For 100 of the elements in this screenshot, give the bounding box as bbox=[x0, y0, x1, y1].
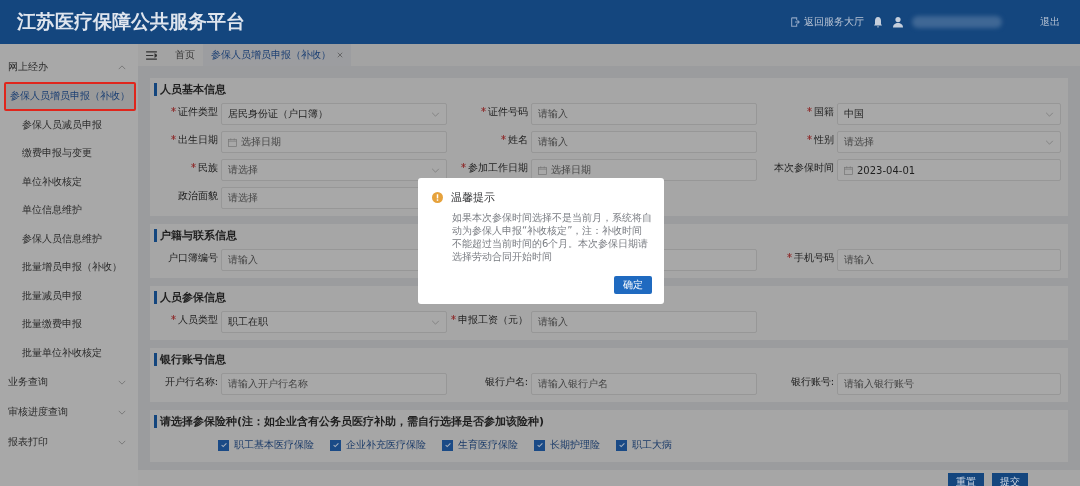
section-title: 请选择参保险种(注：如企业含有公务员医疗补助，需自行选择是否参加该险种) bbox=[154, 415, 1060, 428]
field-label: 开户行名称: bbox=[164, 375, 218, 389]
field-label: 户口簿编号 bbox=[168, 251, 218, 265]
caret-icon bbox=[118, 64, 126, 70]
checkbox[interactable]: 企业补充医疗保险 bbox=[330, 438, 426, 452]
sidebar-item[interactable]: 参保人员信息维护 bbox=[0, 224, 138, 253]
sidebar-item[interactable]: 参保人员减员申报 bbox=[0, 110, 138, 139]
section-title: 银行账号信息 bbox=[154, 353, 1060, 366]
date-field[interactable]: 选择日期 bbox=[221, 131, 447, 153]
sidebar-item[interactable]: 单位信息维护 bbox=[0, 196, 138, 225]
select-field[interactable]: 请选择 bbox=[221, 159, 447, 181]
field-label: 申报工资（元） bbox=[458, 313, 528, 327]
field-label: 人员类型 bbox=[178, 313, 218, 327]
caret-icon bbox=[118, 409, 126, 415]
back-to-hall-link[interactable]: 返回服务大厅 bbox=[790, 15, 864, 29]
input-field[interactable]: 请输入 bbox=[531, 311, 757, 333]
select-field[interactable]: 中国 bbox=[837, 103, 1061, 125]
calendar-icon bbox=[538, 165, 547, 175]
sidebar-item[interactable]: 批量单位补收核定 bbox=[0, 338, 138, 367]
field-label: 政治面貌 bbox=[178, 189, 218, 203]
sidebar-item[interactable]: 批量增员申报（补收） bbox=[0, 253, 138, 282]
sidebar-group[interactable]: 网上经办 bbox=[0, 52, 138, 82]
chevron-down-icon bbox=[431, 319, 440, 325]
tab[interactable]: 参保人员增员申报（补收） bbox=[203, 44, 351, 66]
field-label: 姓名 bbox=[508, 133, 528, 147]
field-label: 手机号码 bbox=[794, 251, 834, 265]
warning-icon bbox=[432, 192, 443, 203]
sidebar-item[interactable]: 批量缴费申报 bbox=[0, 310, 138, 339]
checkbox[interactable]: 职工大病 bbox=[616, 438, 672, 452]
checkmark-icon bbox=[331, 441, 340, 449]
select-field[interactable]: 居民身份证（户口簿） bbox=[221, 103, 447, 125]
checkbox-square[interactable] bbox=[330, 439, 341, 451]
exit-door-icon bbox=[790, 17, 800, 27]
sidebar-group[interactable]: 审核进度查询 bbox=[0, 397, 138, 427]
chevron-down-icon bbox=[431, 167, 440, 173]
tab[interactable]: 首页 bbox=[167, 44, 203, 66]
date-field[interactable]: 选择日期 bbox=[531, 159, 757, 181]
required-asterisk-icon bbox=[787, 253, 792, 258]
required-asterisk-icon bbox=[171, 135, 176, 140]
select-field[interactable]: 职工在职 bbox=[221, 311, 447, 333]
logout-link[interactable]: 退出 bbox=[1040, 15, 1060, 29]
field-label: 本次参保时间 bbox=[774, 161, 834, 175]
checkmark-icon bbox=[535, 441, 544, 449]
checkbox-square[interactable] bbox=[218, 439, 229, 451]
field-label: 银行账号: bbox=[790, 375, 834, 389]
required-asterisk-icon bbox=[171, 315, 176, 320]
checkbox-square[interactable] bbox=[442, 439, 453, 451]
footer-button[interactable]: 重置 bbox=[948, 473, 984, 486]
chevron-down-icon bbox=[1045, 111, 1054, 117]
field-label: 证件类型 bbox=[178, 105, 218, 119]
field-label: 国籍 bbox=[814, 105, 834, 119]
checkbox-square[interactable] bbox=[534, 439, 545, 451]
field-label: 民族 bbox=[198, 161, 218, 175]
checkbox[interactable]: 职工基本医疗保险 bbox=[218, 438, 314, 452]
date-field[interactable]: 2023-04-01 bbox=[837, 159, 1061, 181]
checkmark-icon bbox=[617, 441, 626, 449]
sidebar-group[interactable]: 报表打印 bbox=[0, 427, 138, 457]
calendar-icon bbox=[228, 137, 237, 147]
input-field[interactable]: 请输入开户行名称 bbox=[221, 373, 447, 395]
checkbox[interactable]: 生育医疗保险 bbox=[442, 438, 518, 452]
close-icon[interactable] bbox=[337, 52, 343, 58]
input-field[interactable]: 请输入 bbox=[531, 103, 757, 125]
required-asterisk-icon bbox=[481, 107, 486, 112]
sidebar-item[interactable]: 单位补收核定 bbox=[0, 167, 138, 196]
bell-icon[interactable] bbox=[872, 16, 884, 28]
caret-icon bbox=[118, 379, 126, 385]
required-asterisk-icon bbox=[191, 163, 196, 168]
required-asterisk-icon bbox=[807, 135, 812, 140]
sidebar-group[interactable]: 业务查询 bbox=[0, 367, 138, 397]
sidebar-item[interactable]: 批量减员申报 bbox=[0, 281, 138, 310]
field-label: 出生日期 bbox=[178, 133, 218, 147]
checkmark-icon bbox=[443, 441, 452, 449]
required-asterisk-icon bbox=[451, 315, 456, 320]
sidebar-item[interactable]: 缴费申报与变更 bbox=[0, 139, 138, 168]
required-asterisk-icon bbox=[171, 107, 176, 112]
checkbox[interactable]: 长期护理险 bbox=[534, 438, 600, 452]
field-label: 证件号码 bbox=[488, 105, 528, 119]
footer-button[interactable]: 提交 bbox=[992, 473, 1028, 486]
app-title: 江苏医疗保障公共服务平台 bbox=[17, 9, 245, 34]
checkbox-square[interactable] bbox=[616, 439, 627, 451]
chevron-down-icon bbox=[1045, 139, 1054, 145]
caret-icon bbox=[118, 439, 126, 445]
select-field[interactable]: 请选择 bbox=[837, 131, 1061, 153]
user-icon[interactable] bbox=[892, 16, 904, 28]
input-field[interactable]: 请输入银行账号 bbox=[837, 373, 1061, 395]
input-field[interactable]: 请输入银行户名 bbox=[531, 373, 757, 395]
sidebar-item[interactable]: 参保人员增员申报（补收） bbox=[4, 82, 136, 111]
field-label: 银行户名: bbox=[484, 375, 528, 389]
section-title: 人员基本信息 bbox=[154, 83, 1060, 96]
required-asterisk-icon bbox=[461, 163, 466, 168]
menu-icon[interactable] bbox=[146, 50, 157, 60]
input-field[interactable]: 请输入 bbox=[837, 249, 1061, 271]
chevron-down-icon bbox=[431, 111, 440, 117]
confirm-button[interactable]: 确定 bbox=[614, 276, 652, 294]
required-asterisk-icon bbox=[501, 135, 506, 140]
calendar-icon bbox=[844, 165, 853, 175]
checkmark-icon bbox=[219, 441, 228, 449]
field-label: 性别 bbox=[814, 133, 834, 147]
input-field[interactable]: 请输入 bbox=[531, 131, 757, 153]
required-asterisk-icon bbox=[807, 107, 812, 112]
